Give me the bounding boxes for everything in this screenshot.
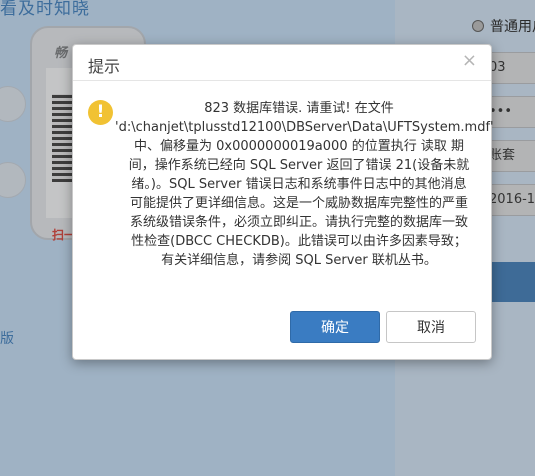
user-type-label: 普通用户 xyxy=(490,19,535,35)
delivery-icon[interactable] xyxy=(0,162,26,198)
dialog-header: 提示 × xyxy=(73,45,491,81)
background-side-text: 版 xyxy=(0,331,14,347)
confirm-button[interactable]: 确定 xyxy=(290,311,380,343)
close-icon[interactable]: × xyxy=(462,51,477,71)
error-dialog: 提示 × ! 823 数据库错误. 请重试! 在文件 'd:\chanjet\t… xyxy=(72,44,494,360)
error-message: 823 数据库错误. 请重试! 在文件 'd:\chanjet\tplusstd… xyxy=(115,101,494,268)
user-type-radio[interactable] xyxy=(472,20,484,32)
cart-icon[interactable] xyxy=(0,86,26,122)
cancel-button[interactable]: 取消 xyxy=(386,311,476,343)
warning-icon: ! xyxy=(88,100,113,125)
phone-logo-text: 畅 xyxy=(54,46,68,61)
background-heading: 看及时知晓 xyxy=(0,0,90,19)
dialog-title: 提示 xyxy=(88,57,121,76)
